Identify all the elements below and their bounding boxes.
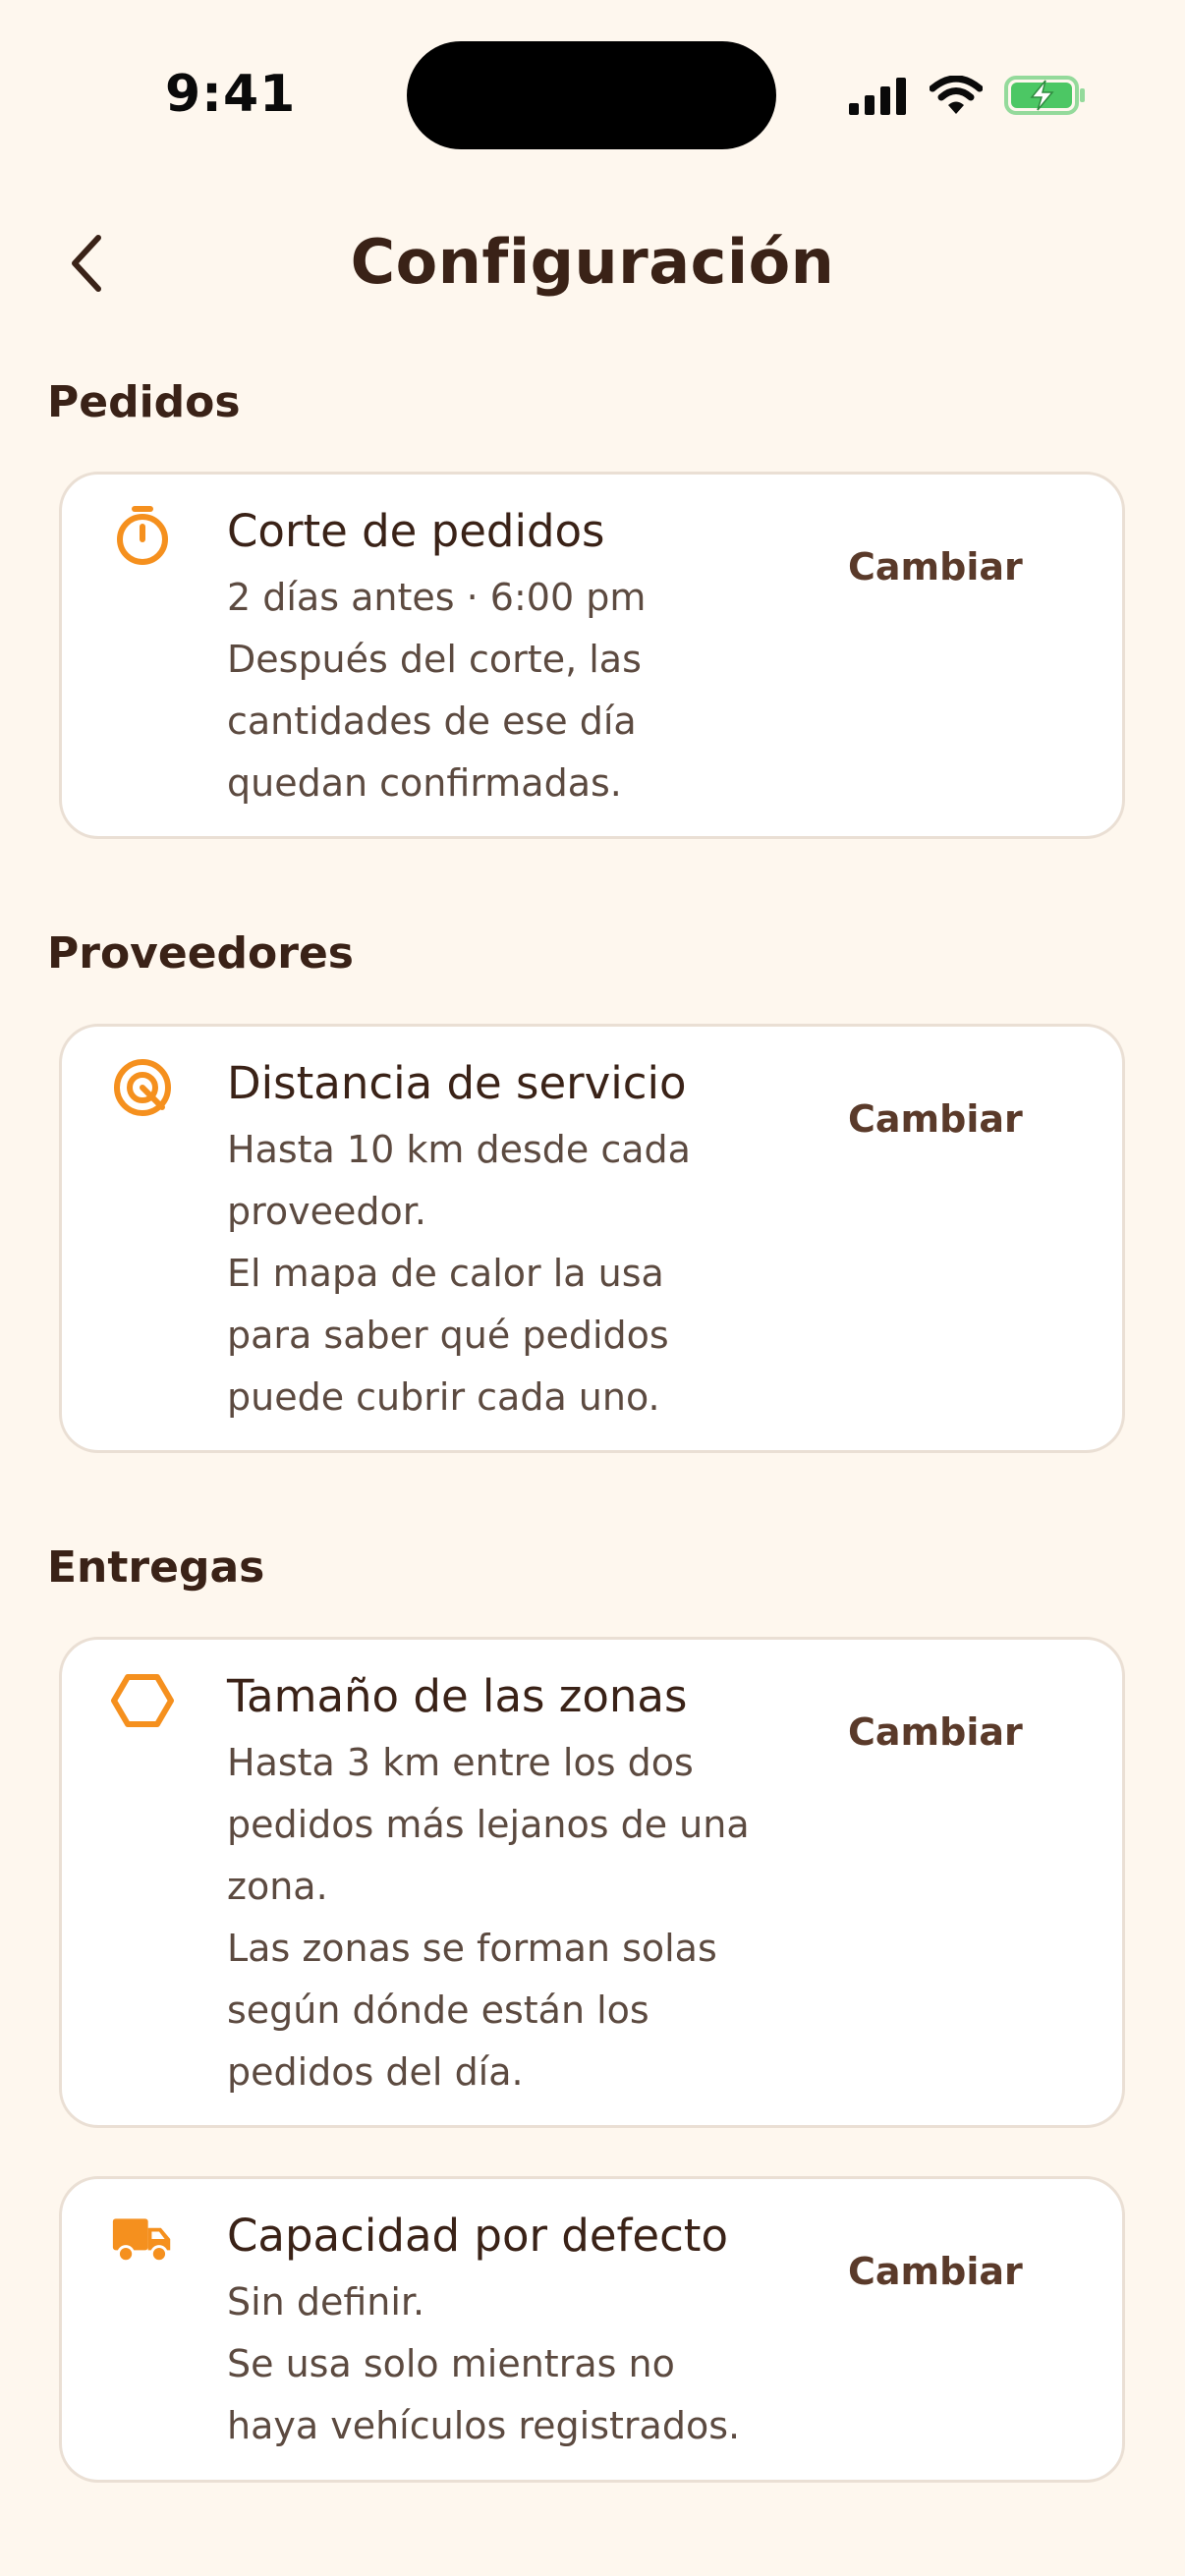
card-body: Capacidad por defecto Sin definir. Se us… bbox=[227, 2207, 817, 2457]
card-description-line: quedan confirmadas. bbox=[227, 761, 622, 805]
card-capacidad-por-defecto: Capacidad por defecto Sin definir. Se us… bbox=[59, 2176, 1125, 2483]
card-description: 2 días antes · 6:00 pm Después del corte… bbox=[227, 567, 817, 814]
card-body: Distancia de servicio Hasta 10 km desde … bbox=[227, 1054, 817, 1428]
battery-charging-icon bbox=[1004, 75, 1087, 121]
card-body: Tamaño de las zonas Hasta 3 km entre los… bbox=[227, 1667, 817, 2103]
settings-screen: 9:41 Configuración Pedidos Corte de pedi… bbox=[0, 0, 1185, 2576]
card-description-line: Hasta 10 km desde cada bbox=[227, 1128, 691, 1171]
change-button-zonas[interactable]: Cambiar bbox=[848, 1698, 1054, 1766]
section-title-entregas: Entregas bbox=[47, 1542, 265, 1593]
card-description: Hasta 10 km desde cada proveedor. El map… bbox=[227, 1119, 817, 1428]
change-button-capacidad[interactable]: Cambiar bbox=[848, 2237, 1054, 2306]
status-icons bbox=[849, 71, 1087, 124]
card-description: Hasta 3 km entre los dos pedidos más lej… bbox=[227, 1732, 817, 2103]
section-title-proveedores: Proveedores bbox=[47, 928, 354, 979]
card-description-line: Después del corte, las bbox=[227, 638, 642, 681]
card-tamano-de-las-zonas: Tamaño de las zonas Hasta 3 km entre los… bbox=[59, 1637, 1125, 2128]
wifi-icon bbox=[929, 75, 984, 120]
card-description-line: 2 días antes · 6:00 pm bbox=[227, 576, 647, 619]
target-icon bbox=[111, 1056, 174, 1119]
card-description-line: cantidades de ese día bbox=[227, 700, 637, 743]
card-description-line: pedidos del día. bbox=[227, 2050, 524, 2094]
card-description-line: puede cubrir cada uno. bbox=[227, 1375, 660, 1419]
card-description-line: Las zonas se forman solas bbox=[227, 1927, 717, 1970]
card-corte-de-pedidos: Corte de pedidos 2 días antes · 6:00 pm … bbox=[59, 472, 1125, 839]
card-description-line: Sin definir. bbox=[227, 2280, 425, 2324]
header: Configuración bbox=[0, 206, 1185, 324]
card-description-line: pedidos más lejanos de una bbox=[227, 1803, 750, 1846]
dynamic-island bbox=[407, 41, 776, 149]
cellular-signal-icon bbox=[849, 76, 908, 120]
status-bar: 9:41 bbox=[0, 0, 1185, 187]
card-body: Corte de pedidos 2 días antes · 6:00 pm … bbox=[227, 502, 817, 814]
change-button-corte[interactable]: Cambiar bbox=[848, 532, 1054, 601]
card-title: Corte de pedidos bbox=[227, 505, 605, 557]
status-time: 9:41 bbox=[165, 65, 297, 124]
section-title-pedidos: Pedidos bbox=[47, 377, 241, 427]
card-distancia-de-servicio: Distancia de servicio Hasta 10 km desde … bbox=[59, 1024, 1125, 1453]
card-title: Tamaño de las zonas bbox=[227, 1670, 688, 1722]
card-description-line: según dónde están los bbox=[227, 1988, 649, 2032]
card-description-line: haya vehículos registrados. bbox=[227, 2404, 741, 2447]
stopwatch-icon bbox=[111, 504, 174, 567]
card-description-line: para saber qué pedidos bbox=[227, 1314, 669, 1357]
truck-icon bbox=[111, 2209, 174, 2271]
card-title: Capacidad por defecto bbox=[227, 2210, 728, 2262]
page-title: Configuración bbox=[350, 226, 835, 298]
card-description-line: Hasta 3 km entre los dos bbox=[227, 1741, 694, 1784]
card-description-line: Se usa solo mientras no bbox=[227, 2342, 675, 2385]
card-description-line: zona. bbox=[227, 1865, 328, 1908]
card-description-line: El mapa de calor la usa bbox=[227, 1252, 664, 1295]
card-title: Distancia de servicio bbox=[227, 1057, 687, 1109]
card-description: Sin definir. Se usa solo mientras no hay… bbox=[227, 2271, 817, 2457]
change-button-distancia[interactable]: Cambiar bbox=[848, 1085, 1054, 1153]
card-description-line: proveedor. bbox=[227, 1190, 426, 1233]
hexagon-icon bbox=[111, 1669, 174, 1732]
